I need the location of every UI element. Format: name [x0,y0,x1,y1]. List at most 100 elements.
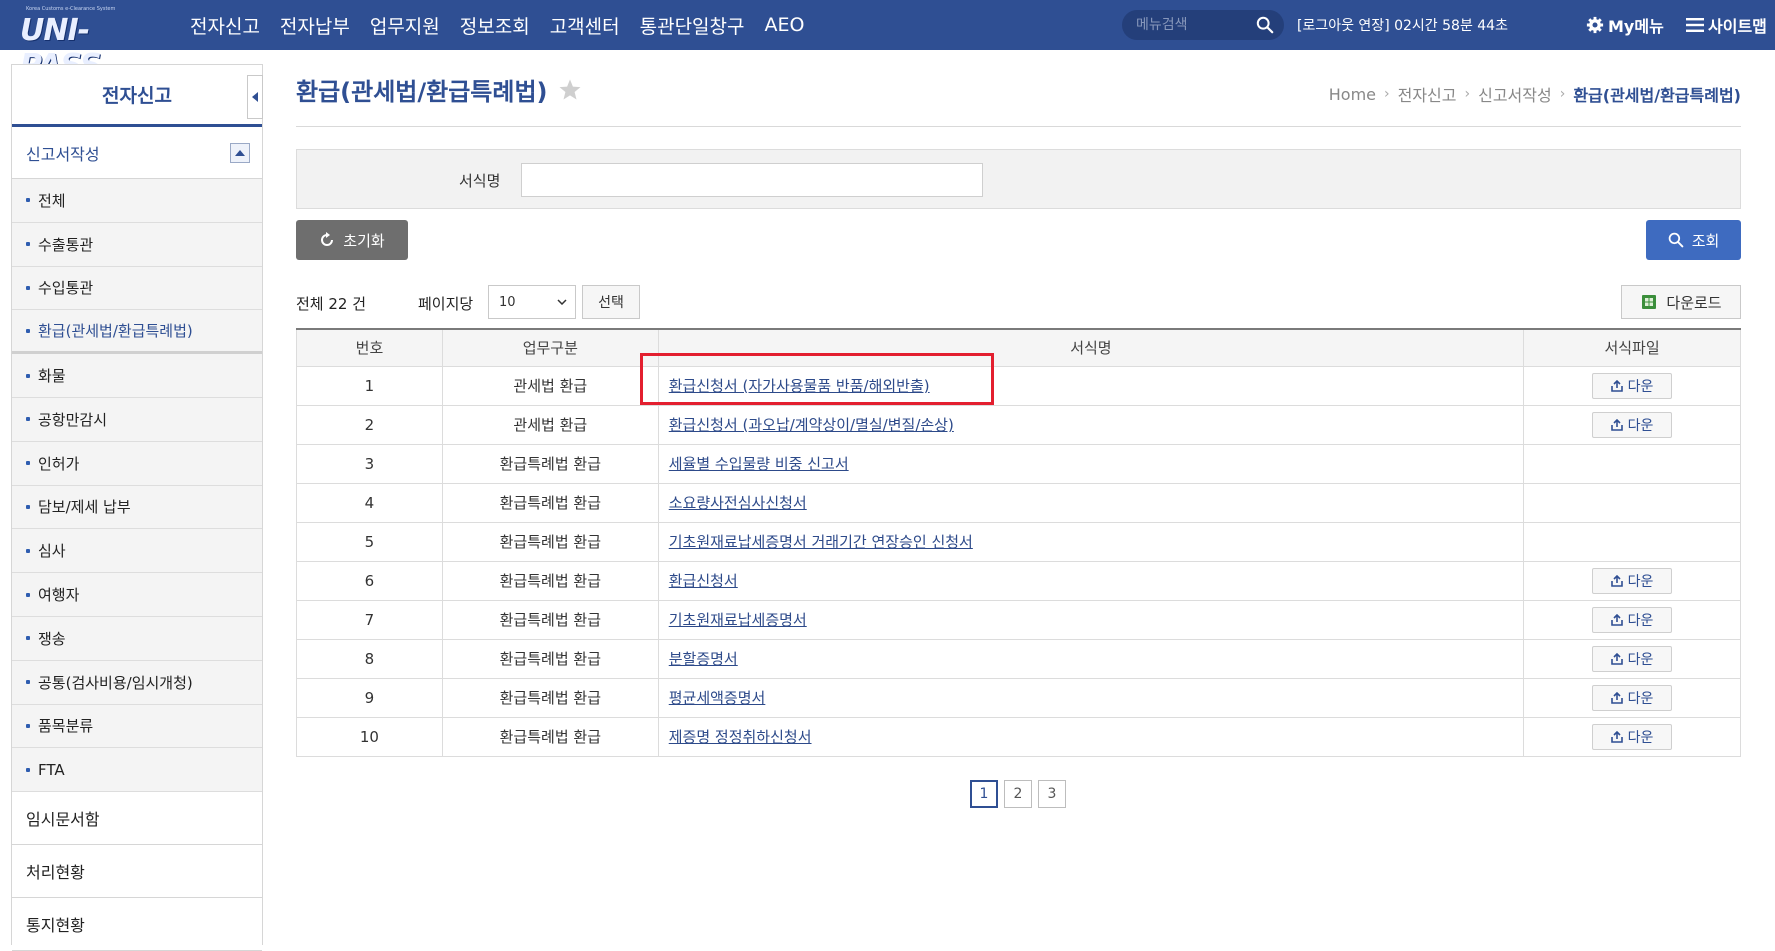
nav-item-info-inquiry[interactable]: 정보조회 [450,12,540,39]
nav-item-single-window[interactable]: 통관단일창구 [630,12,755,39]
file-download-button[interactable]: 다운 [1592,723,1673,750]
sidebar-item-traveler[interactable]: 여행자 [12,573,262,617]
section-collapse-toggle[interactable] [230,142,250,163]
sidebar-item-label: 심사 [38,542,66,561]
file-download-button[interactable]: 다운 [1592,606,1673,633]
file-download-button[interactable]: 다운 [1592,372,1673,399]
cell-file: 다운 [1523,638,1741,679]
page-button-current[interactable]: 1 [970,780,998,808]
sidebar-item-label: 인허가 [38,454,80,473]
cell-form-name: 기초원재료납세증명서 [657,599,1525,640]
sidebar-item-import[interactable]: 수입통관 [12,266,262,311]
sitemap-button[interactable]: 사이트맵 [1686,13,1767,37]
page-button[interactable]: 2 [1004,780,1032,808]
upload-icon [1610,691,1623,704]
form-link[interactable]: 제증명 정정취하신청서 [669,728,812,746]
cell-file: 다운 [1523,716,1741,757]
menu-search-input[interactable] [1136,17,1254,33]
upload-icon [1610,652,1623,665]
sidebar-item-all[interactable]: 전체 [12,179,262,223]
table-row: 6 환급특례법 환급 환급신청서 다운 [296,560,1741,601]
sidebar-item-label: 여행자 [38,586,80,605]
table-row: 7 환급특례법 환급 기초원재료납세증명서 다운 [296,599,1741,640]
form-name-input[interactable] [521,163,983,197]
cell-file: 다운 [1523,404,1741,445]
file-download-button[interactable]: 다운 [1592,567,1673,594]
file-download-button[interactable]: 다운 [1592,645,1673,672]
form-link[interactable]: 평균세액증명서 [669,689,766,707]
star-icon[interactable] [558,78,582,102]
form-link[interactable]: 환급신청서 (과오납/계약상이/멸실/변질/손상) [669,416,954,434]
caret-left-icon [252,92,258,102]
search-icon[interactable] [1256,16,1274,34]
column-header-category: 업무구분 [441,329,659,367]
nav-item-customer-center[interactable]: 고객센터 [540,12,630,39]
table-row: 1 관세법 환급 환급신청서 (자가사용물품 반품/해외반출) 다운 [296,365,1741,406]
nav-item-business-support[interactable]: 업무지원 [360,12,450,39]
sidebar-item-collateral-tax[interactable]: 담보/제세 납부 [12,485,262,530]
sidebar-item-permits[interactable]: 인허가 [12,441,262,486]
my-menu-button[interactable]: My메뉴 [1586,13,1664,37]
nav-item-aeo[interactable]: AEO [755,14,815,36]
sidebar-link-processing-status[interactable]: 처리현황 [12,845,262,899]
apply-per-page-button[interactable]: 선택 [582,285,640,319]
session-extend-link[interactable]: [로그아웃 연장] 02시간 58분 44초 [1297,15,1508,35]
search-button[interactable]: 조회 [1646,220,1741,260]
sidebar-item-refund[interactable]: 환급(관세법/환급특례법) [12,310,262,355]
form-link[interactable]: 환급신청서 [669,572,738,590]
sidebar-link-notification-status[interactable]: 통지현황 [12,898,262,951]
nav-item-e-payment[interactable]: 전자납부 [270,12,360,39]
sidebar-item-fta[interactable]: FTA [12,748,262,793]
pagination: 1 2 3 [970,780,1066,808]
sidebar-item-port-surveillance[interactable]: 공항만감시 [12,397,262,442]
sidebar-item-dispute[interactable]: 쟁송 [12,616,262,661]
page-button[interactable]: 3 [1038,780,1066,808]
sidebar-item-audit[interactable]: 심사 [12,529,262,574]
form-link[interactable]: 분할증명서 [669,650,738,668]
sidebar-item-label: 수입통관 [38,279,94,298]
sidebar-item-cargo[interactable]: 화물 [12,354,262,398]
nav-item-e-filing[interactable]: 전자신고 [180,12,270,39]
sidebar-collapse-button[interactable] [247,75,263,119]
unipass-logo[interactable]: Korea Customs e-Clearance System UNI-PAS… [16,6,146,83]
sidebar-item-common[interactable]: 공통(검사비용/임시개청) [12,660,262,705]
cell-file: 다운 [1523,560,1741,601]
file-download-button[interactable]: 다운 [1592,411,1673,438]
sidebar-item-export[interactable]: 수출통관 [12,222,262,267]
file-download-button[interactable]: 다운 [1592,684,1673,711]
sidebar-item-classification[interactable]: 품목분류 [12,704,262,749]
left-sidebar: 전자신고 신고서작성 전체 수출통관 수입통관 환급(관세법/환급특례법) 화물… [11,64,263,951]
cell-form-name: 평균세액증명서 [657,677,1525,718]
sidebar-section-header[interactable]: 신고서작성 [12,127,262,179]
cell-category: 환급특례법 환급 [441,677,659,718]
download-button[interactable]: 다운로드 [1621,285,1741,319]
bullet-icon [26,592,30,597]
per-page-select[interactable]: 10 [488,285,576,319]
menu-search-box [1122,10,1284,40]
cell-no: 6 [296,560,443,601]
breadcrumb-item[interactable]: 전자신고 [1398,82,1457,106]
reset-button[interactable]: 초기화 [296,220,408,260]
cell-form-name: 환급신청서 (과오납/계약상이/멸실/변질/손상) [657,404,1525,445]
form-link[interactable]: 기초원재료납세증명서 거래기간 연장승인 신청서 [669,533,973,551]
cell-category: 환급특례법 환급 [441,599,659,640]
cell-no: 8 [296,638,443,679]
sidebar-item-label: 환급(관세법/환급특례법) [38,322,193,341]
bullet-icon [26,767,30,772]
sidebar-item-label: 담보/제세 납부 [38,498,131,517]
forms-table: 번호 업무구분 서식명 서식파일 1 관세법 환급 환급신청서 (자가사용물품 … [296,328,1741,757]
column-header-no: 번호 [296,329,443,367]
form-link[interactable]: 세율별 수입물량 비중 신고서 [669,455,849,473]
form-name-label: 서식명 [459,172,501,190]
breadcrumb-item[interactable]: 신고서작성 [1478,82,1552,106]
cell-category: 관세법 환급 [441,404,659,445]
breadcrumb-home[interactable]: Home [1329,85,1376,104]
cell-category: 환급특례법 환급 [441,482,659,523]
sidebar-title: 전자신고 [12,65,263,127]
sidebar-link-temp-docs[interactable]: 임시문서함 [12,792,262,846]
sidebar-item-label: 수출통관 [38,235,94,254]
form-link[interactable]: 기초원재료납세증명서 [669,611,807,629]
form-link[interactable]: 소요량사전심사신청서 [669,494,807,512]
sidebar-item-label: 전체 [38,191,66,210]
bullet-icon [26,723,30,728]
